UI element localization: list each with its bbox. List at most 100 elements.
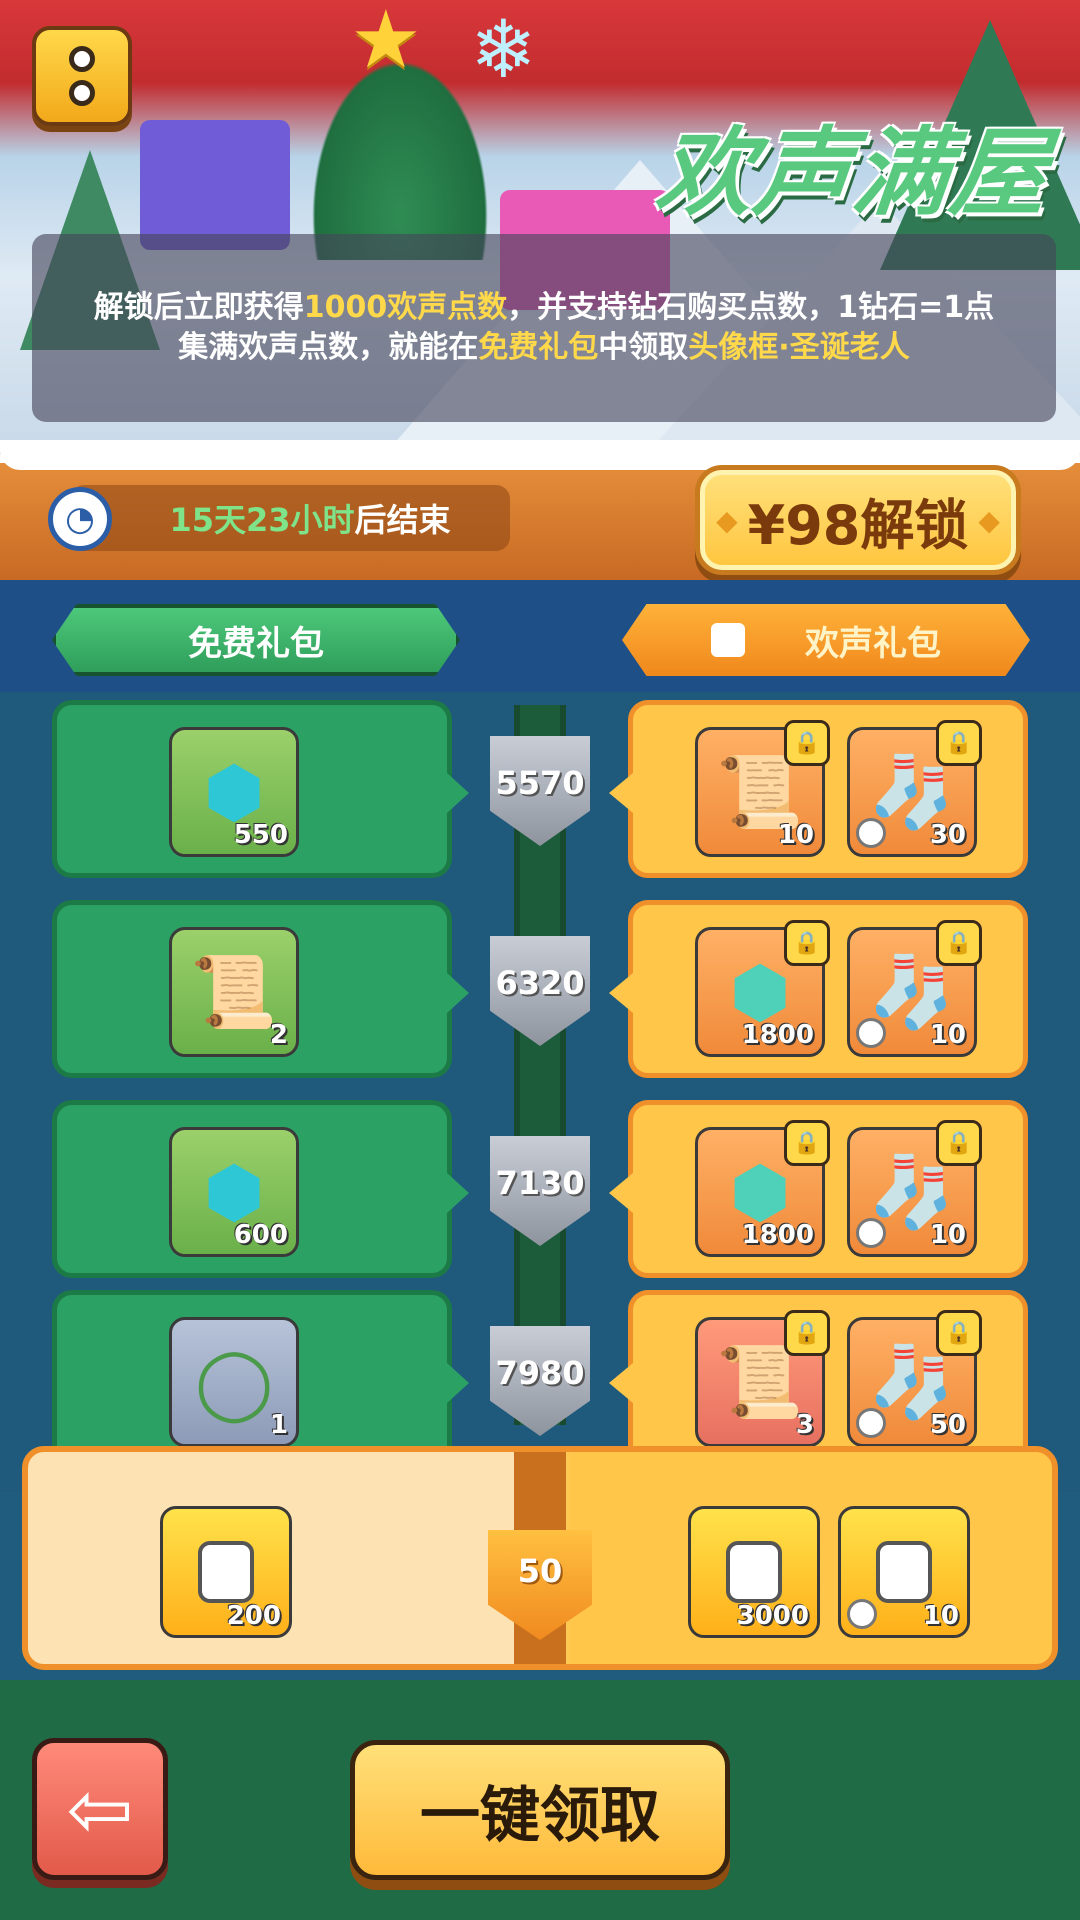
scroll-icon: 📜 [716, 1341, 804, 1423]
final-free-reward[interactable]: 200 [160, 1506, 292, 1638]
event-description: 解锁后立即获得1000欢声点数，并支持钻石购买点数，1钻石=1点 集满欢声点数，… [32, 234, 1056, 422]
free-reward-card: ⬢ 600 [52, 1100, 469, 1278]
gem-icon: ⬢ [729, 951, 791, 1033]
gift-box-icon [140, 120, 290, 250]
timer-badge-icon [856, 1018, 886, 1048]
arrow-left-icon: ⇦ [66, 1762, 134, 1856]
padlock-icon: 🔒 [936, 1120, 982, 1166]
milestone-points: 7130 [495, 1164, 585, 1202]
menu-button[interactable] [32, 26, 132, 126]
description-line-1: 解锁后立即获得1000欢声点数，并支持钻石购买点数，1钻石=1点 [94, 288, 994, 328]
joy-reward-item[interactable]: 📜 3 🔒 [695, 1310, 830, 1447]
timer-badge-icon [847, 1599, 877, 1629]
item-count: 10 [922, 1601, 959, 1631]
joy-reward-item[interactable]: 🧦 10 🔒 [847, 920, 982, 1057]
reward-row: ◯ 1 7980 📜 3 🔒 🧦 50 🔒 [0, 1290, 1080, 1470]
desc-highlight: 头像框·圣诞老人 [688, 330, 910, 365]
desc-highlight: 1000欢声点数 [303, 290, 508, 325]
item-count: 10 [777, 820, 814, 850]
joy-reward-item[interactable]: 🧦 50 🔒 [847, 1310, 982, 1447]
level-value: 50 [517, 1552, 563, 1590]
timer-badge-icon [856, 1408, 886, 1438]
points-milestone: 7980 [490, 1326, 590, 1436]
item-count: 3000 [736, 1601, 809, 1631]
joy-reward-item[interactable]: 📜 10 🔒 [695, 720, 830, 857]
milestone-points: 6320 [495, 964, 585, 1002]
snowflake-icon: ❄ [470, 3, 538, 96]
item-count: 10 [929, 1020, 966, 1050]
tab-label: 免费礼包 [188, 623, 324, 664]
gem-icon: ⬢ [729, 1151, 791, 1233]
item-count: 30 [929, 820, 966, 850]
reward-row: ⬢ 550 5570 📜 10 🔒 🧦 30 🔒 [0, 700, 1080, 880]
snow-edge [0, 440, 1080, 470]
gem-icon: ⬢ [203, 1151, 265, 1233]
padlock-icon: 🔒 [784, 1310, 830, 1356]
tab-joy-gift[interactable]: 欢声礼包 [622, 604, 1030, 676]
unlock-label: ¥98解锁 [747, 493, 969, 557]
description-line-2: 集满欢声点数，就能在免费礼包中领取头像框·圣诞老人 [178, 328, 909, 368]
event-title: 欢声满屋 [651, 117, 1055, 229]
stocking-icon: 🧦 [868, 1341, 956, 1423]
milestone-points: 7980 [495, 1354, 585, 1392]
free-reward-item[interactable]: ⬢ 550 [169, 727, 299, 857]
item-count: 10 [929, 1220, 966, 1250]
final-joy-reward[interactable]: 10 [838, 1506, 970, 1638]
padlock-icon: 🔒 [936, 920, 982, 966]
clock-icon: ◔ [48, 487, 112, 551]
back-button[interactable]: ⇦ [32, 1738, 168, 1880]
timer-suffix: 后结束 [354, 501, 451, 539]
reward-row: ⬢ 600 7130 ⬢ 1800 🔒 🧦 10 🔒 [0, 1100, 1080, 1280]
free-reward-card: ◯ 1 [52, 1290, 469, 1468]
item-count: 1800 [741, 1020, 814, 1050]
event-timer: 15天23小时 后结束 [70, 485, 510, 551]
desc-text: ，并支持钻石购买点数，1钻石=1点 [507, 290, 995, 325]
points-milestone: 6320 [490, 936, 590, 1046]
joy-reward-item[interactable]: 🧦 30 🔒 [847, 720, 982, 857]
joy-reward-item[interactable]: ⬢ 1800 🔒 [695, 920, 830, 1057]
free-reward-card: 📜 2 [52, 900, 469, 1078]
item-count: 600 [233, 1220, 288, 1250]
free-reward-item[interactable]: 📜 2 [169, 927, 299, 1057]
timer-badge-icon [856, 818, 886, 848]
item-count: 550 [233, 820, 288, 850]
menu-dot-icon [69, 46, 95, 72]
scroll-icon: 📜 [716, 751, 804, 833]
gem-icon: ⬢ [203, 751, 265, 833]
tab-label: 欢声礼包 [805, 623, 941, 664]
reward-row: 📜 2 6320 ⬢ 1800 🔒 🧦 10 🔒 [0, 900, 1080, 1080]
diamond-ornament-icon: ◆ [978, 503, 1000, 537]
item-count: 200 [226, 1601, 281, 1631]
unlock-button[interactable]: ◆ ¥98解锁 ◆ [700, 470, 1016, 570]
desc-text: 解锁后立即获得 [93, 290, 304, 325]
stocking-icon: 🧦 [868, 1151, 956, 1233]
claim-all-button[interactable]: 一键领取 [350, 1740, 730, 1880]
tab-free-gift[interactable]: 免费礼包 [52, 604, 460, 676]
item-count: 1800 [741, 1220, 814, 1250]
item-count: 2 [269, 1020, 288, 1050]
final-joy-reward[interactable]: 3000 [688, 1506, 820, 1638]
padlock-icon [726, 1541, 782, 1603]
padlock-icon: 🔒 [784, 920, 830, 966]
joy-reward-item[interactable]: ⬢ 1800 🔒 [695, 1120, 830, 1257]
free-reward-item[interactable]: ⬢ 600 [169, 1127, 299, 1257]
joy-reward-card: 📜 10 🔒 🧦 30 🔒 [609, 700, 1028, 878]
joy-reward-card: 📜 3 🔒 🧦 50 🔒 [609, 1290, 1028, 1468]
menu-dot-icon [69, 80, 95, 106]
item-count: 3 [795, 1410, 814, 1440]
padlock-icon: 🔒 [936, 720, 982, 766]
claim-all-label: 一键领取 [420, 1780, 660, 1851]
padlock-icon: 🔒 [936, 1310, 982, 1356]
item-count: 1 [269, 1410, 288, 1440]
joy-reward-item[interactable]: 🧦 10 🔒 [847, 1120, 982, 1257]
item-count: 50 [929, 1410, 966, 1440]
joy-reward-card: ⬢ 1800 🔒 🧦 10 🔒 [609, 1100, 1028, 1278]
lock-icon [711, 623, 745, 657]
points-milestone: 5570 [490, 736, 590, 846]
free-reward-item[interactable]: ◯ 1 [169, 1317, 299, 1447]
padlock-icon [876, 1541, 932, 1603]
stocking-icon: 🧦 [868, 951, 956, 1033]
milestone-points: 5570 [495, 764, 585, 802]
wreath-icon: ◯ [194, 1341, 274, 1423]
stocking-icon: 🧦 [868, 751, 956, 833]
